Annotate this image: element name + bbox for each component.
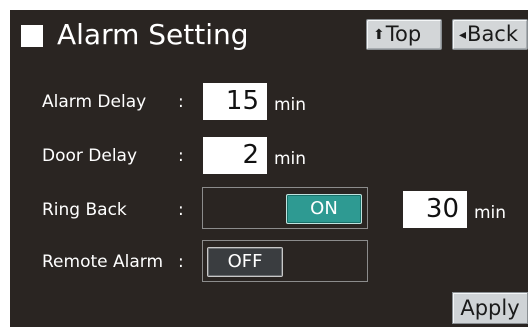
alarm-delay-input[interactable]: 15: [203, 83, 267, 120]
door-delay-colon: :: [178, 146, 184, 166]
remote-alarm-toggle[interactable]: OFF: [207, 247, 283, 277]
door-delay-unit: min: [274, 149, 307, 169]
left-arrow-icon: ◂: [459, 27, 467, 43]
page-title: Alarm Setting: [57, 18, 249, 51]
back-button[interactable]: ◂Back: [452, 19, 528, 50]
ring-back-colon: :: [178, 200, 184, 220]
ring-back-minutes-input[interactable]: 30: [403, 191, 467, 228]
ring-back-toggle[interactable]: ON: [286, 194, 362, 224]
back-button-label: Back: [467, 22, 519, 46]
apply-button[interactable]: Apply: [452, 292, 528, 324]
alarm-delay-unit: min: [274, 95, 307, 115]
title-square-icon: [21, 25, 43, 47]
screen: Alarm Setting ⬆Top ◂Back Alarm Delay : 1…: [0, 0, 528, 327]
top-button-label: Top: [385, 22, 422, 46]
alarm-delay-label: Alarm Delay: [42, 92, 147, 112]
remote-alarm-colon: :: [178, 252, 184, 272]
ring-back-label: Ring Back: [42, 200, 127, 220]
up-arrow-icon: ⬆: [373, 27, 385, 43]
ring-back-unit: min: [474, 203, 507, 223]
remote-alarm-label: Remote Alarm: [42, 252, 164, 272]
alarm-delay-colon: :: [178, 92, 184, 112]
top-button[interactable]: ⬆Top: [366, 19, 442, 50]
door-delay-label: Door Delay: [42, 146, 138, 166]
door-delay-input[interactable]: 2: [203, 137, 267, 174]
